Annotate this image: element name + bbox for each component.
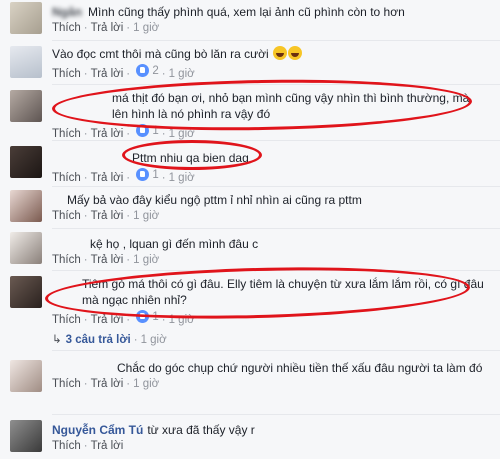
reaction-count[interactable]: 1 (136, 124, 159, 137)
comment-item: Pttm nhiu qa bien dag Thích · Trả lời · 1 · 1… (0, 142, 500, 184)
reply-link[interactable]: Trả lời (91, 128, 124, 140)
comment-text: Vào đọc cmt thôi mà cũng bò lăn ra cười (52, 47, 269, 61)
comment-item: Ngân Mình cũng thấy phình quá, xem lại ản… (0, 0, 500, 42)
avatar[interactable] (10, 360, 42, 392)
divider (52, 228, 500, 229)
timestamp[interactable]: 1 giờ (169, 314, 195, 326)
like-icon (136, 64, 150, 77)
divider (52, 40, 500, 41)
timestamp[interactable]: 1 giờ (133, 22, 159, 34)
reply-link[interactable]: Trả lời (91, 378, 124, 390)
comment-item: Tiêm gò má thôi có gì đâu. Elly tiêm là … (0, 272, 500, 350)
timestamp[interactable]: 1 giờ (141, 334, 167, 346)
like-link[interactable]: Thích (52, 210, 81, 222)
comment-item: kệ họ , lquan gì đến mình đâu c Thích · Tr… (0, 230, 500, 270)
avatar[interactable] (10, 190, 42, 222)
divider (52, 414, 500, 415)
timestamp[interactable]: 1 giờ (169, 128, 195, 140)
avatar[interactable] (10, 146, 42, 178)
timestamp[interactable]: 1 giờ (169, 68, 195, 80)
comment-text: kệ họ , lquan gì đến mình đâu c (90, 237, 259, 251)
divider (52, 270, 500, 271)
commenter-name[interactable]: Ngân (52, 5, 82, 19)
like-link[interactable]: Thích (52, 440, 81, 452)
laughing-emoji-icon (273, 46, 288, 60)
reply-link[interactable]: Trả lời (91, 440, 124, 452)
comment-text: Chắc do góc chụp chứ người nhiều tiền th… (117, 361, 483, 375)
avatar[interactable] (10, 276, 42, 308)
timestamp[interactable]: 1 giờ (133, 254, 159, 266)
comment-item: Mấy bả vào đây kiểu ngộ pttm ỉ nhỉ nhìn … (0, 188, 500, 228)
comment-item: Chắc do góc chụp chứ người nhiều tiền th… (0, 352, 500, 412)
divider (52, 350, 500, 351)
reply-arrow-icon: ↳ (52, 334, 62, 346)
like-link[interactable]: Thích (52, 254, 81, 266)
avatar[interactable] (10, 46, 42, 78)
divider (52, 140, 500, 141)
divider (52, 186, 500, 187)
reply-link[interactable]: Trả lời (91, 22, 124, 34)
like-link[interactable]: Thích (52, 314, 81, 326)
reaction-count[interactable]: 1 (136, 168, 159, 181)
like-icon (136, 124, 150, 137)
commenter-name[interactable]: Nguyễn Cẩm Tú (52, 423, 143, 437)
reply-link[interactable]: Trả lời (91, 68, 124, 80)
timestamp[interactable]: 1 giờ (133, 210, 159, 222)
reply-link[interactable]: Trả lời (91, 254, 124, 266)
comment-item: má thịt đó bạn ơi, nhỏ bạn mình cũng vậy… (0, 86, 500, 142)
avatar[interactable] (10, 90, 42, 122)
comment-text: từ xưa đã thấy vậy r (147, 423, 255, 437)
like-link[interactable]: Thích (52, 378, 81, 390)
like-link[interactable]: Thích (52, 128, 81, 140)
reply-link[interactable]: Trả lời (91, 210, 124, 222)
reply-link[interactable]: Trả lời (91, 314, 124, 326)
reply-link[interactable]: Trả lời (91, 172, 124, 184)
view-replies-link[interactable]: 3 câu trả lời (66, 334, 131, 346)
comment-item: Nguyễn Cẩm Tú từ xưa đã thấy vậy r Thích ·… (0, 416, 500, 459)
reaction-count[interactable]: 1 (136, 310, 159, 323)
comment-text: Tiêm gò má thôi có gì đâu. Elly tiêm là … (82, 277, 484, 307)
comment-item: Vào đọc cmt thôi mà cũng bò lăn ra cười … (0, 42, 500, 84)
divider (52, 84, 500, 85)
avatar[interactable] (10, 232, 42, 264)
like-link[interactable]: Thích (52, 68, 81, 80)
timestamp[interactable]: 1 giờ (169, 172, 195, 184)
avatar[interactable] (10, 2, 42, 34)
comment-text: Mấy bả vào đây kiểu ngộ pttm ỉ nhỉ nhìn … (67, 193, 362, 207)
like-link[interactable]: Thích (52, 22, 81, 34)
timestamp[interactable]: 1 giờ (133, 378, 159, 390)
laughing-emoji-icon (288, 46, 303, 60)
comment-text: Pttm nhiu qa bien dag (132, 151, 249, 165)
comment-text: má thịt đó bạn ơi, nhỏ bạn mình cũng vậy… (112, 91, 470, 121)
like-icon (136, 310, 150, 323)
comment-text: Mình cũng thấy phình quá, xem lại ảnh cũ… (88, 5, 405, 19)
reaction-count[interactable]: 2 (136, 64, 159, 77)
like-link[interactable]: Thích (52, 172, 81, 184)
like-icon (136, 168, 150, 181)
avatar[interactable] (10, 420, 42, 452)
